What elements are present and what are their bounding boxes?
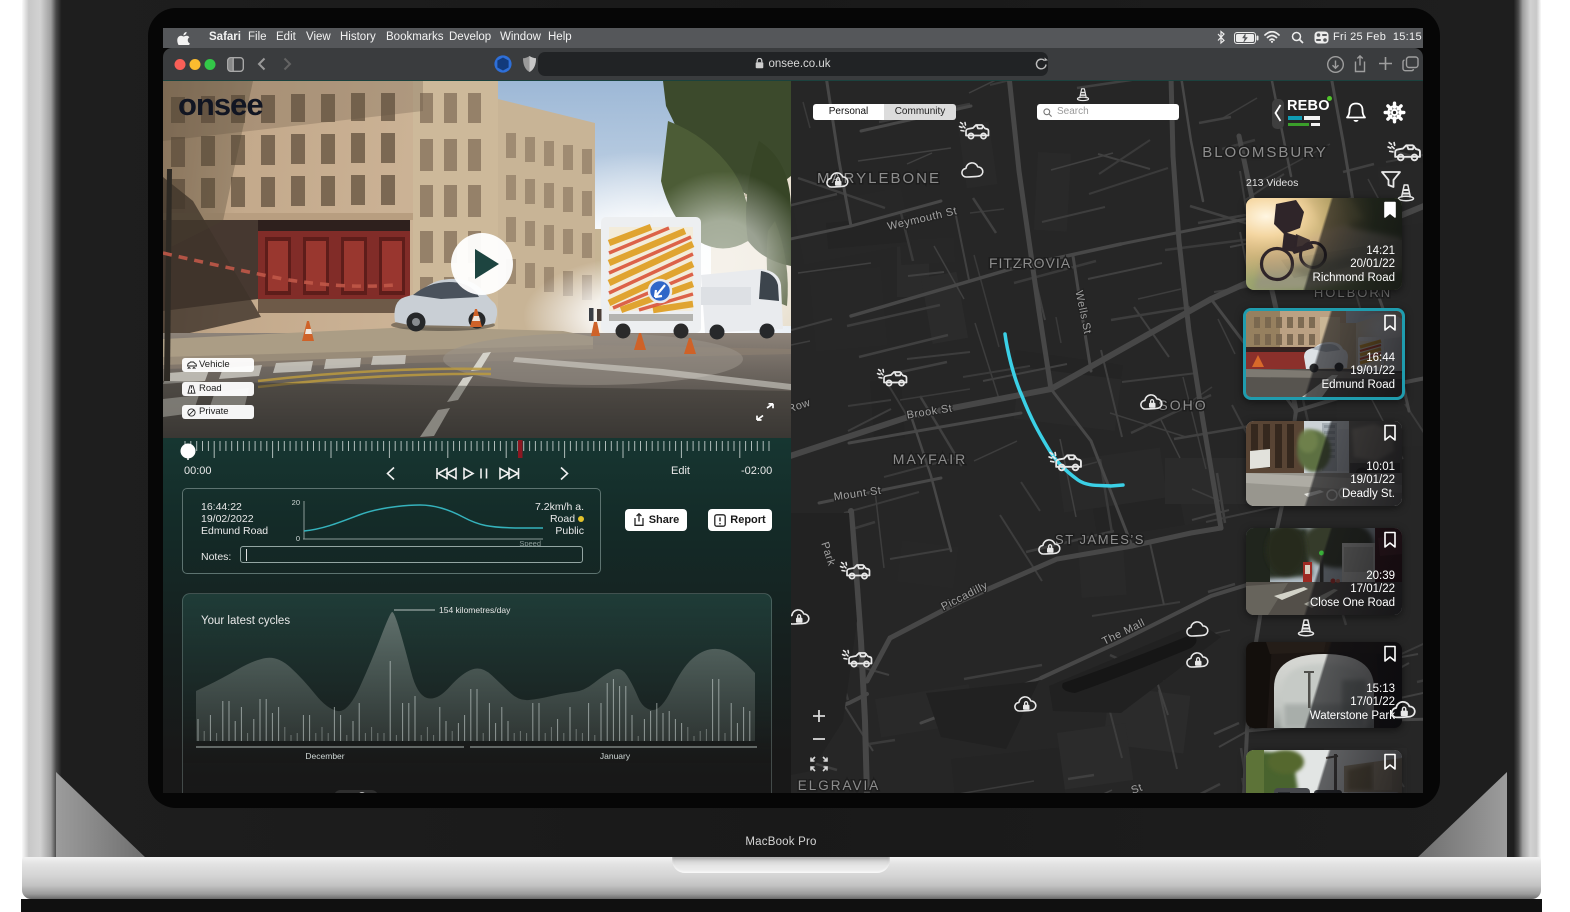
svg-text:BLOOMSBURY: BLOOMSBURY xyxy=(1202,144,1328,161)
svg-text:Wells St: Wells St xyxy=(1072,290,1093,336)
svg-text:20: 20 xyxy=(292,498,300,507)
svg-text:MAYFAIR: MAYFAIR xyxy=(893,451,967,467)
svg-text:SOHO: SOHO xyxy=(1158,397,1207,413)
svg-text:FITZROVIA: FITZROVIA xyxy=(989,255,1071,271)
svg-text:0: 0 xyxy=(296,534,300,543)
svg-text:ELGRAVIA: ELGRAVIA xyxy=(798,778,881,793)
svg-text:Speed: Speed xyxy=(519,539,541,547)
svg-text:Row: Row xyxy=(791,397,812,416)
svg-text:ST JAMES’S: ST JAMES’S xyxy=(1055,532,1145,547)
svg-text:Mount St: Mount St xyxy=(833,485,882,504)
svg-text:Brook St: Brook St xyxy=(906,402,953,421)
svg-text:St: St xyxy=(1130,782,1145,793)
